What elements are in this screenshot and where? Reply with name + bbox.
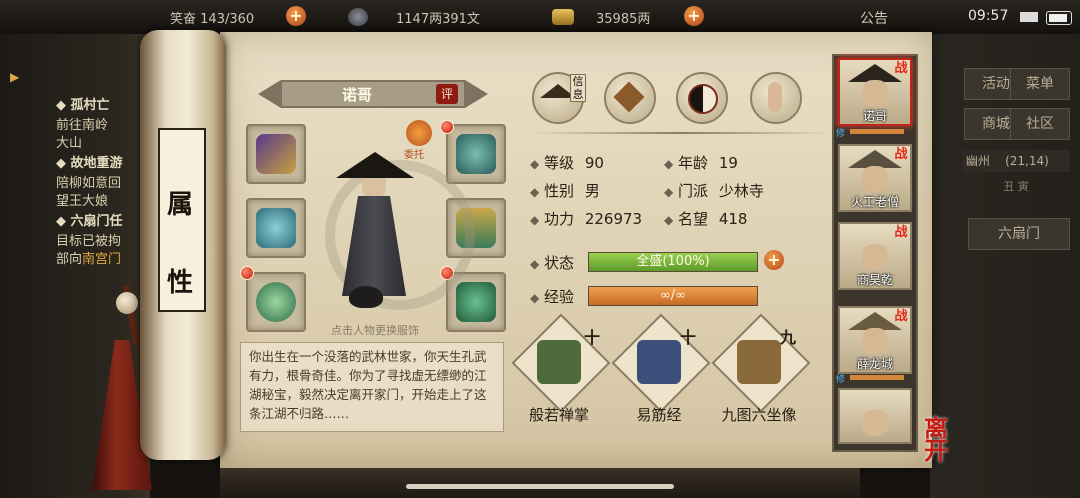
amulet-icon xyxy=(456,134,496,174)
stats-divider xyxy=(532,132,830,134)
top-status-bar xyxy=(0,0,1080,34)
wifi-icon xyxy=(1020,12,1038,22)
character-head xyxy=(362,178,386,198)
equip-slot-accessory[interactable] xyxy=(446,124,506,184)
info-tab-label: 信息 xyxy=(570,74,586,102)
silver-amount: 35985两 xyxy=(596,12,651,27)
portrait-face xyxy=(862,410,888,436)
black-cat-pet xyxy=(349,286,383,308)
bottom-menu-strip[interactable] xyxy=(220,468,860,498)
party-member-name: 诺哥 xyxy=(862,109,887,123)
quest-desc: 望王大娘 xyxy=(56,194,109,209)
notification-dot xyxy=(240,266,254,280)
member-hp-bar xyxy=(850,375,904,380)
quest-title[interactable]: ◆ 故地重游 xyxy=(56,152,123,171)
time-of-day: 丑 寅 xyxy=(1003,180,1029,193)
family-tab-icon[interactable] xyxy=(604,72,656,124)
character-bio: 你出生在一个没落的武林世家，你天生孔武有力，根骨奇佳。你为了寻找虚无缥缈的江湖秘… xyxy=(240,342,504,432)
change-outfit-hint: 点击人物更换服饰 xyxy=(331,324,419,337)
exp-label: ◆ 经验 xyxy=(530,288,575,306)
sect-stat: ◆ 门派 少林寺 xyxy=(664,182,764,200)
attribute-tab-char: 性 xyxy=(166,268,193,298)
status-value: 全盛(100%) xyxy=(636,254,710,269)
notice-button[interactable]: 公告 xyxy=(860,8,888,28)
quest-desc: 陪柳如意回 xyxy=(56,176,122,191)
jade-pendant-icon xyxy=(456,282,496,322)
equip-slot-weapon[interactable] xyxy=(246,124,306,184)
add-silver-button[interactable]: + xyxy=(684,6,704,26)
battery-icon xyxy=(1046,11,1072,25)
exp-bar: ∞/∞ xyxy=(588,286,758,306)
silver-ingot-icon xyxy=(552,9,574,25)
battle-badge: 战 xyxy=(894,147,908,162)
battle-badge: 战 xyxy=(894,309,908,324)
attribute-tab-char: 属 xyxy=(166,190,193,220)
quest-desc: 前往南岭 xyxy=(56,118,109,133)
restore-status-button[interactable]: + xyxy=(764,250,784,270)
equip-slot-hat[interactable] xyxy=(246,198,306,258)
weapon-icon xyxy=(256,134,296,174)
battle-badge: 战 xyxy=(894,61,908,76)
skill-book-icon xyxy=(637,340,681,384)
status-bar: 全盛(100%) xyxy=(588,252,758,272)
meridian-body-icon[interactable] xyxy=(750,72,802,124)
skill-book-icon xyxy=(737,340,781,384)
portrait-face xyxy=(862,80,888,106)
power-stat: ◆ 功力 226973 xyxy=(530,210,643,228)
quest-desc: 部向南宫门 xyxy=(56,252,122,267)
leave-char: 开 xyxy=(924,437,948,465)
skill-name: 易筋经 xyxy=(636,406,682,424)
party-member-name: 薛龙城 xyxy=(856,357,893,371)
gender-stat: ◆ 性别 男 xyxy=(530,182,600,200)
character-name: 诺哥 xyxy=(341,86,372,104)
commission-icon[interactable] xyxy=(406,120,432,146)
add-stamina-button[interactable]: + xyxy=(286,6,306,26)
stamina-counter: 笑奋 143/360 xyxy=(170,12,255,27)
ring-icon xyxy=(256,282,296,322)
quest-desc: 目标已被拘 xyxy=(56,234,122,249)
copper-coin-icon xyxy=(348,8,368,26)
age-stat: ◆ 年龄 19 xyxy=(664,154,738,172)
tassel-bead xyxy=(116,292,138,314)
party-member-name: 商昊乾 xyxy=(856,273,893,287)
fame-stat: ◆ 名望 418 xyxy=(664,210,748,228)
rate-button[interactable]: 评 xyxy=(436,84,458,104)
clock: 09:57 xyxy=(968,8,1009,24)
skill-name: 九图六坐像 xyxy=(721,406,797,424)
party-member[interactable] xyxy=(838,388,912,444)
faction-tab[interactable]: 六扇门 xyxy=(968,218,1070,250)
helmet-icon xyxy=(256,208,296,248)
expand-arrow-icon[interactable]: ▶ xyxy=(10,70,24,84)
equip-slot-ring[interactable] xyxy=(246,272,306,332)
portrait-face xyxy=(862,244,888,270)
portrait-face xyxy=(862,328,888,354)
party-member-name: 火工老僧 xyxy=(850,195,899,209)
exp-value: ∞/∞ xyxy=(659,288,687,303)
cultivate-badge: 修 xyxy=(836,375,846,385)
skill-rank: 十 xyxy=(584,328,601,347)
leave-button[interactable]: 离 开 xyxy=(912,417,960,466)
menu-button[interactable]: 菜单 xyxy=(1010,68,1070,100)
commission-label: 委托 xyxy=(404,150,424,161)
community-button[interactable]: 社区 xyxy=(1010,108,1070,140)
quest-desc: 大山 xyxy=(56,136,83,151)
quest-title[interactable]: ◆ 孤村亡 xyxy=(56,94,110,113)
level-stat: ◆ 等级 90 xyxy=(530,154,604,172)
cultivate-badge: 修 xyxy=(836,129,846,139)
skill-name: 般若禅掌 xyxy=(528,406,589,424)
portrait-face xyxy=(862,166,888,192)
quest-title[interactable]: ◆ 六扇门任 xyxy=(56,210,123,229)
home-indicator[interactable] xyxy=(406,484,674,489)
status-label: ◆ 状态 xyxy=(530,254,575,272)
location-bar: 幽州 (21,14) xyxy=(962,150,1070,172)
copper-amount: 1147两391文 xyxy=(396,12,480,27)
bagua-icon[interactable] xyxy=(676,72,728,124)
member-hp-bar xyxy=(850,129,904,134)
skill-rank: 十 xyxy=(680,328,697,347)
skill-rank: 九 xyxy=(780,328,797,347)
notification-dot xyxy=(440,120,454,134)
skill-book-icon xyxy=(537,340,581,384)
battle-badge: 战 xyxy=(894,225,908,240)
